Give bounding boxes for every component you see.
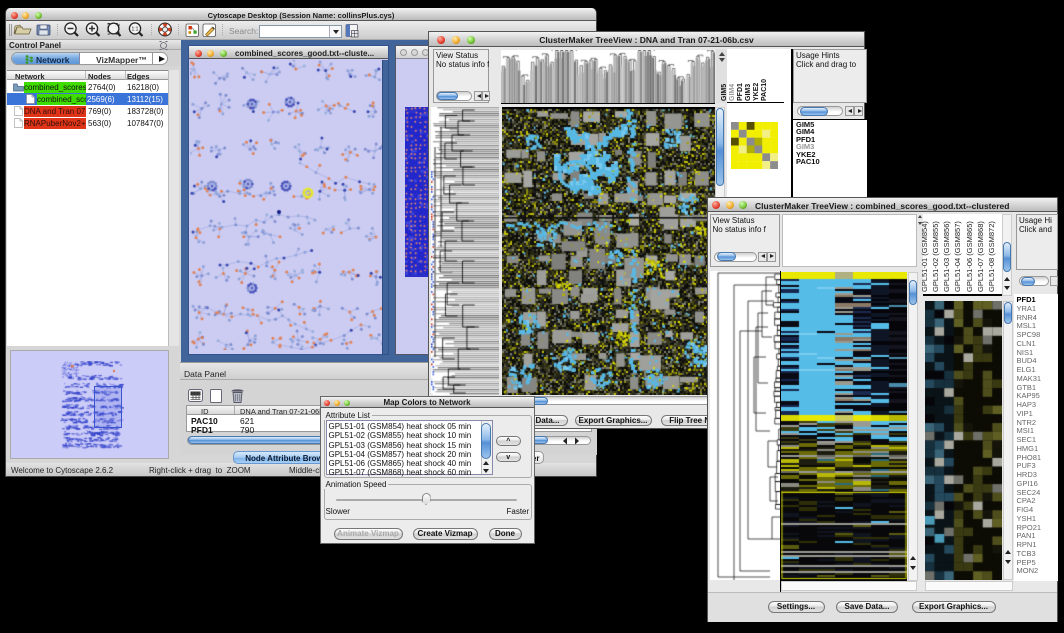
svg-text:1:1: 1:1 [132, 27, 139, 33]
